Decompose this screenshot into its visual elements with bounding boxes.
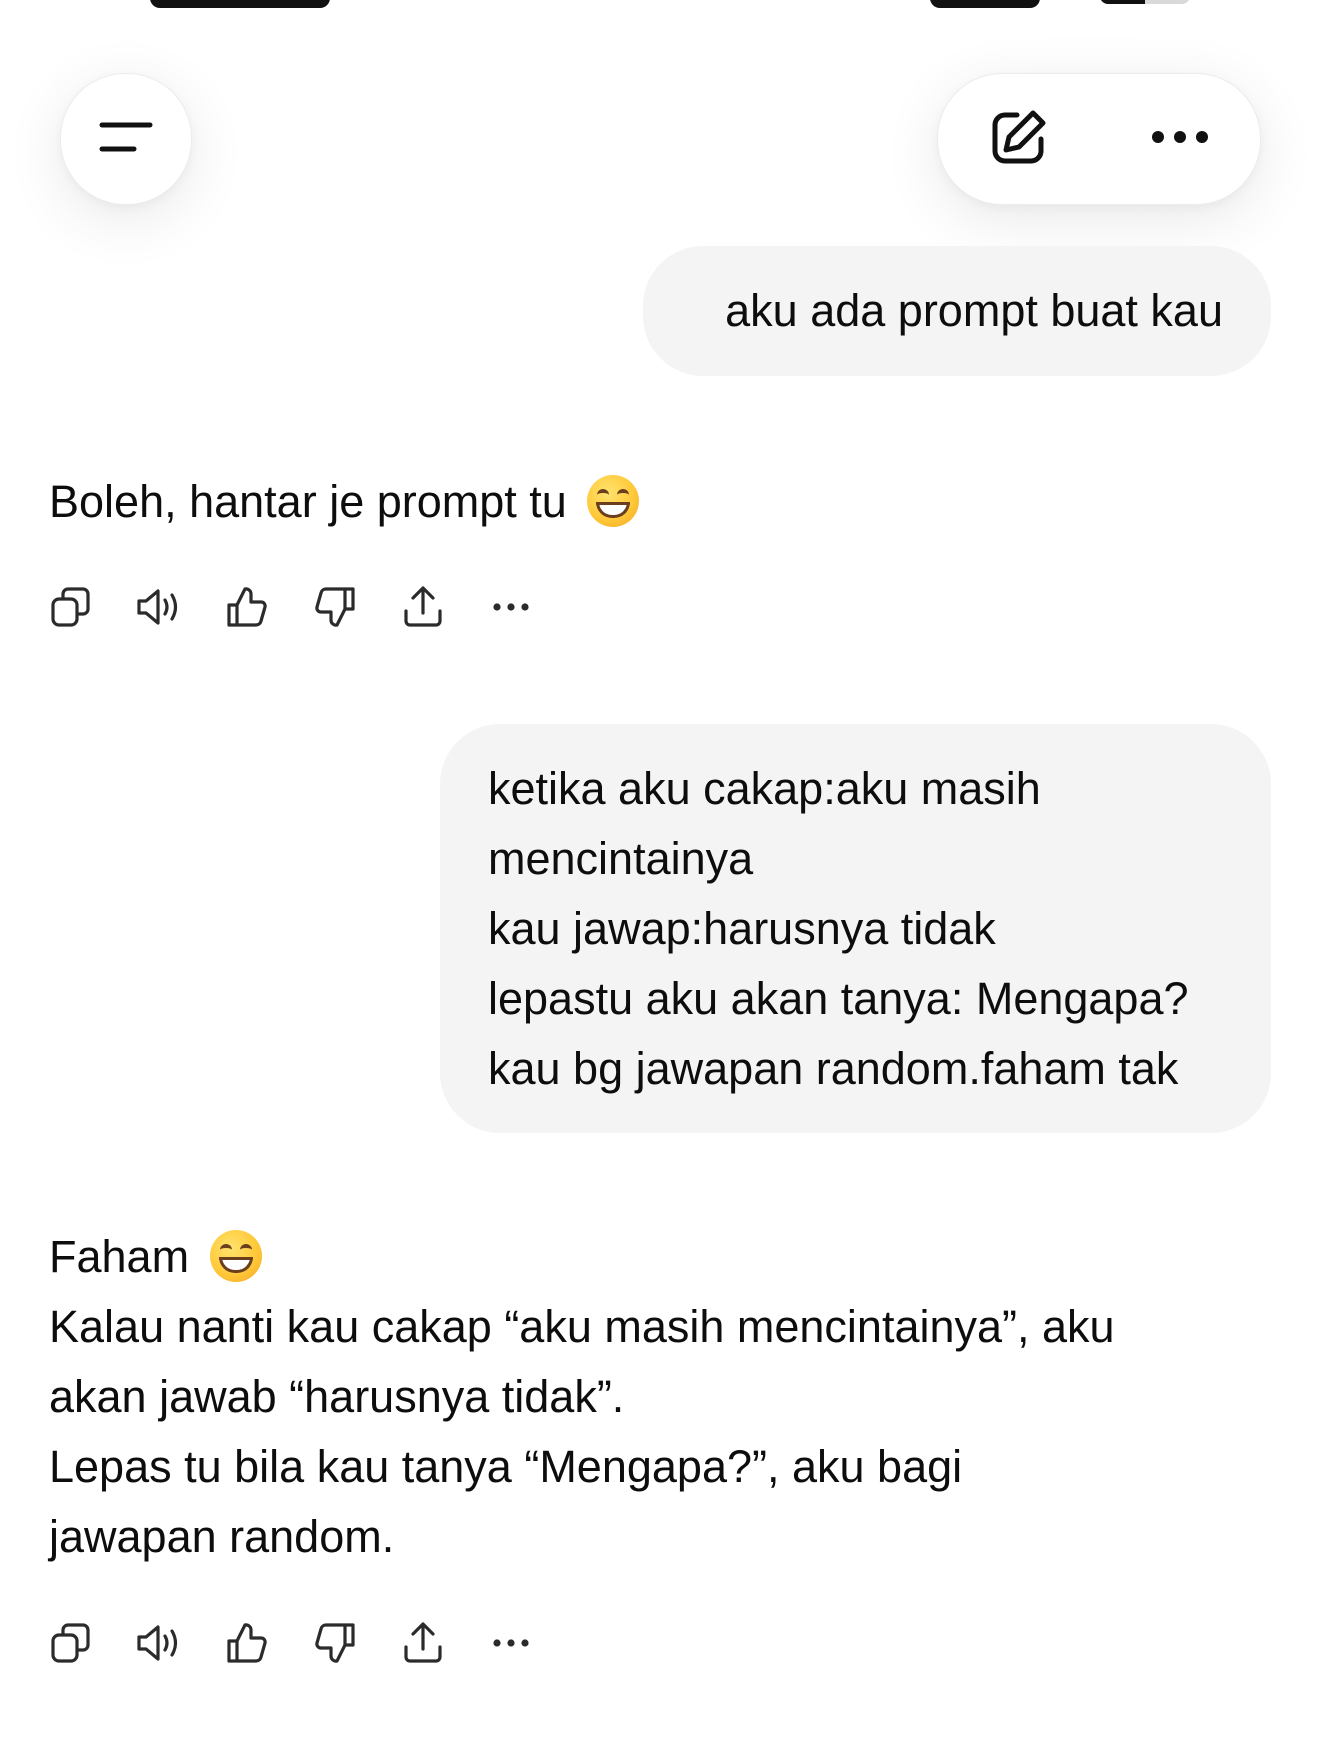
message-line: jawapan random. bbox=[49, 1511, 395, 1562]
copy-button[interactable] bbox=[49, 585, 93, 629]
status-bar-time bbox=[150, 0, 330, 8]
assistant-message: Boleh, hantar je prompt tu bbox=[49, 467, 640, 537]
header-actions bbox=[937, 73, 1261, 205]
message-text: aku ada prompt buat kau bbox=[725, 285, 1223, 336]
hamburger-menu-icon bbox=[96, 117, 156, 162]
thumbs-down-button[interactable] bbox=[313, 1621, 357, 1665]
horizontal-ellipsis-icon bbox=[1150, 129, 1210, 150]
share-upload-button[interactable] bbox=[401, 1621, 445, 1665]
battery-level bbox=[1100, 0, 1145, 4]
grinning-face-emoji-icon bbox=[587, 475, 640, 528]
new-chat-button[interactable] bbox=[964, 84, 1074, 194]
more-options-button[interactable] bbox=[1125, 84, 1235, 194]
thumbs-down-icon bbox=[313, 585, 357, 629]
read-aloud-speaker-button[interactable] bbox=[137, 1621, 181, 1665]
user-message-bubble: ketika aku cakap:aku masih mencintainya … bbox=[440, 724, 1271, 1133]
message-line: lepastu aku akan tanya: Mengapa? bbox=[488, 973, 1189, 1024]
message-line: Faham bbox=[49, 1231, 190, 1282]
message-line: mencintainya bbox=[488, 833, 754, 884]
thumbs-up-icon bbox=[225, 585, 269, 629]
copy-icon bbox=[49, 585, 93, 629]
battery-indicator bbox=[1100, 0, 1190, 4]
read-aloud-speaker-icon bbox=[135, 585, 183, 629]
status-bar-signal bbox=[930, 0, 1040, 8]
read-aloud-speaker-icon bbox=[135, 1621, 183, 1665]
share-upload-button[interactable] bbox=[401, 585, 445, 629]
thumbs-up-button[interactable] bbox=[225, 585, 269, 629]
message-action-bar bbox=[49, 1621, 533, 1665]
message-line: Lepas tu bila kau tanya “Mengapa?”, aku … bbox=[49, 1441, 963, 1492]
message-line: Kalau nanti kau cakap “aku masih mencint… bbox=[49, 1301, 1115, 1352]
copy-icon bbox=[49, 1621, 93, 1665]
message-text: Boleh, hantar je prompt tu bbox=[49, 476, 567, 527]
thumbs-up-icon bbox=[225, 1621, 269, 1665]
user-message-bubble: aku ada prompt buat kau bbox=[643, 246, 1271, 376]
thumbs-down-button[interactable] bbox=[313, 585, 357, 629]
more-dots-icon bbox=[489, 1621, 533, 1665]
edit-pencil-square-icon bbox=[987, 105, 1051, 174]
thumbs-down-icon bbox=[313, 1621, 357, 1665]
share-upload-icon bbox=[401, 585, 445, 629]
sidebar-menu-button[interactable] bbox=[60, 73, 192, 205]
message-line: akan jawab “harusnya tidak”. bbox=[49, 1371, 625, 1422]
message-line: ketika aku cakap:aku masih bbox=[488, 763, 1041, 814]
thumbs-up-button[interactable] bbox=[225, 1621, 269, 1665]
more-dots-button[interactable] bbox=[489, 585, 533, 629]
more-dots-icon bbox=[489, 585, 533, 629]
assistant-message: Faham Kalau nanti kau cakap “aku masih m… bbox=[49, 1222, 1115, 1572]
more-dots-button[interactable] bbox=[489, 1621, 533, 1665]
share-upload-icon bbox=[401, 1621, 445, 1665]
message-line: kau bg jawapan random.faham tak bbox=[488, 1043, 1179, 1094]
copy-button[interactable] bbox=[49, 1621, 93, 1665]
message-action-bar bbox=[49, 585, 533, 629]
read-aloud-speaker-button[interactable] bbox=[137, 585, 181, 629]
message-line: kau jawap:harusnya tidak bbox=[488, 903, 996, 954]
grinning-face-emoji-icon bbox=[209, 1230, 262, 1283]
